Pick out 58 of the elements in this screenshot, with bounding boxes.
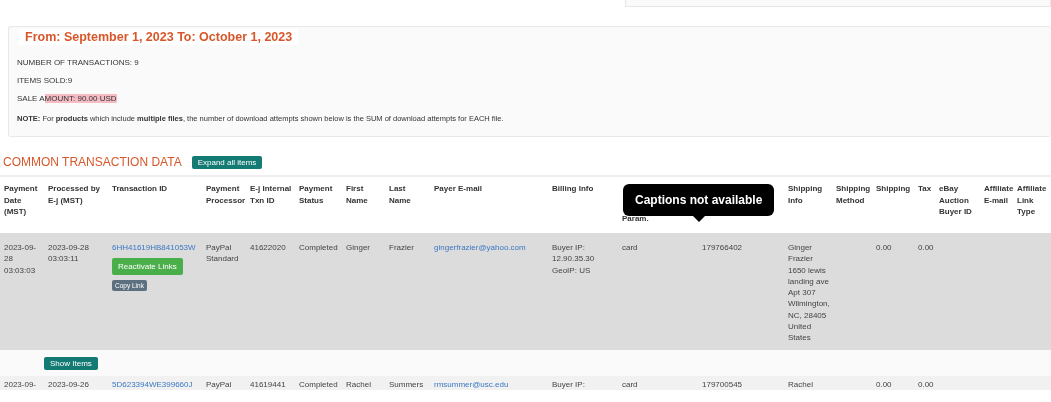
- email-link[interactable]: 5D623394WE399660J: [112, 379, 193, 389]
- email-link[interactable]: rmsummer@usc.edu: [434, 379, 509, 389]
- table-cell-text: 0.00: [876, 379, 892, 389]
- table-cell-text: 41622020: [250, 243, 286, 252]
- table-cell-text: Ginger Frazier 1650 lewis landing ave Apt 307 Wilmington, NC, 28405 United States: [788, 243, 830, 343]
- date-range-title: From: September 1, 2023 To: October 1, 2023: [19, 29, 299, 45]
- column-header: Billing Info: [552, 184, 594, 193]
- column-header: Affiliate E-mail: [984, 184, 1014, 205]
- table-cell-text: Buyer IP: 12.90.35.30 GeoIP: US: [552, 243, 595, 275]
- column-header: Payment Date (MST): [4, 184, 38, 216]
- table-cell-text: Ginger: [346, 243, 370, 252]
- summary-line: ITEMS SOLD:9: [17, 76, 74, 86]
- column-header: Transaction ID: [112, 184, 168, 193]
- table-cell-text: Rachel: [788, 379, 813, 389]
- column-header: Shipping Method: [836, 184, 871, 205]
- column-header: Last Name: [389, 184, 411, 205]
- table-cell-text: Rachel: [346, 379, 371, 389]
- table-cell-text: Completed: [299, 243, 338, 252]
- table-cell-text: 2023-09-26: [48, 379, 89, 389]
- table-cell-text: 0.00: [918, 243, 934, 252]
- summary-line: SALE AMOUNT: 90.00 USD: [17, 94, 118, 104]
- table-cell-text: 179766402: [702, 243, 743, 252]
- table-cell-text: PayPal: [206, 379, 232, 389]
- show-items-button[interactable]: Show Items: [44, 357, 98, 371]
- column-header: Processed by E-j (MST): [48, 184, 101, 205]
- table-cell-text: 2023-09-28 03:03:11: [48, 243, 89, 264]
- column-header: E-j Internal Txn ID: [250, 184, 292, 205]
- table-cell-text: PayPal Standard: [206, 243, 239, 264]
- table-cell-text: Completed: [299, 379, 338, 389]
- table-cell-text: Frazier: [389, 243, 414, 252]
- column-header: Payer E-mail: [434, 184, 483, 193]
- table-cell-text: Buyer IP:: [552, 379, 585, 389]
- expand-all-button[interactable]: Expand all items: [191, 155, 263, 169]
- table-cell-text: 0.00: [918, 379, 934, 389]
- table-cell-text: Summers: [389, 379, 424, 389]
- transaction-link[interactable]: 6HH41619HB841053W: [112, 243, 196, 252]
- tooltip: Captions not available: [623, 184, 775, 216]
- column-header: Shipping: [876, 184, 911, 193]
- column-header: Shipping Info: [788, 184, 823, 205]
- email-link[interactable]: gingerfrazier@yahoo.com: [434, 243, 526, 252]
- summary-line: NUMBER OF TRANSACTIONS: 9: [17, 58, 140, 68]
- table-cell-text: card: [622, 379, 638, 389]
- tooltip-pointer-icon: [692, 216, 705, 222]
- column-header: Payment Status: [299, 184, 333, 205]
- column-header: eBay Auction Buyer ID: [939, 184, 972, 216]
- reactivate-links-button[interactable]: Reactivate Links: [112, 258, 183, 276]
- table-cell-text: 41619441: [250, 379, 286, 389]
- table-cell-text: 179700545: [702, 379, 743, 389]
- table-cell-text: card: [622, 243, 638, 252]
- table-cell-text: 2023-09-28 03:03:03: [4, 243, 37, 275]
- section-title: COMMON TRANSACTION DATA: [3, 155, 182, 169]
- column-header: First Name: [346, 184, 368, 205]
- column-header: Tax: [918, 184, 932, 193]
- column-header: Payment Processor: [206, 184, 246, 205]
- table-cell-text: 2023-09-: [4, 379, 37, 389]
- column-header: Affiliate Link Type: [1017, 184, 1047, 216]
- table-cell-text: 0.00: [876, 243, 892, 252]
- column-header: Param.: [622, 213, 649, 225]
